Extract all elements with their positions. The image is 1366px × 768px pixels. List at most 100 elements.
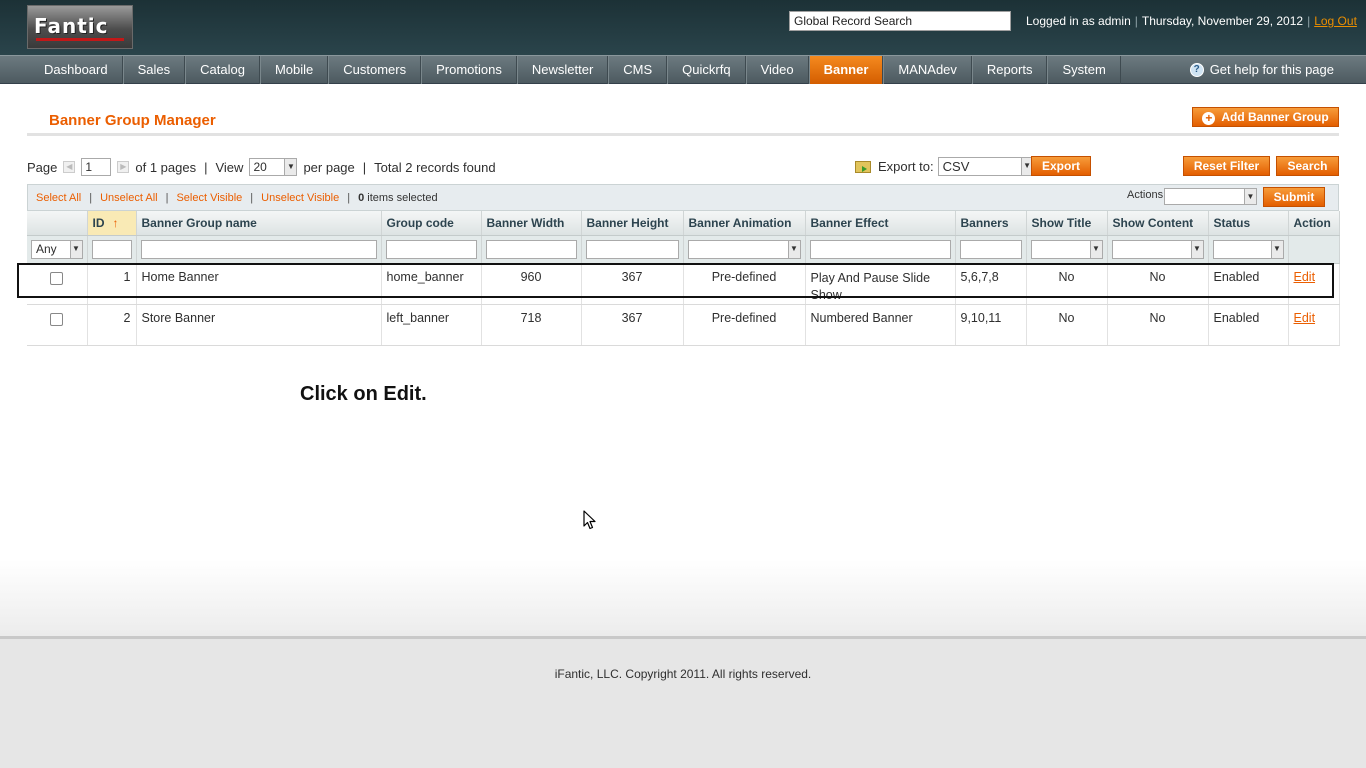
- row-checkbox[interactable]: [50, 312, 64, 326]
- column-header-show-title[interactable]: Show Title: [1026, 211, 1108, 236]
- cell-name: Store Banner: [136, 304, 382, 346]
- cell-banners: 9,10,11: [955, 304, 1027, 346]
- column-header-effect[interactable]: Banner Effect: [805, 211, 956, 236]
- cell-height: 367: [581, 263, 684, 305]
- mouse-cursor-icon: [583, 510, 596, 530]
- export-controls: Export to: CSV ▼: [855, 157, 1034, 176]
- nav-item-promotions[interactable]: Promotions: [421, 56, 517, 84]
- select-visible-link[interactable]: Select Visible: [176, 192, 242, 204]
- table-row[interactable]: 2 Store Banner left_banner 718 367 Pre-d…: [27, 304, 1340, 346]
- add-banner-group-label: Add Banner Group: [1221, 110, 1329, 124]
- filter-width-input[interactable]: [485, 239, 577, 259]
- nav-item-newsletter[interactable]: Newsletter: [516, 56, 609, 84]
- filter-status-select[interactable]: ▼: [1212, 239, 1284, 259]
- filter-animation-select[interactable]: ▼: [687, 239, 801, 259]
- cell-effect: Play And Pause Slide Show: [805, 263, 956, 305]
- column-header-action: Action: [1288, 211, 1340, 236]
- of-pages-text: of 1 pages: [135, 159, 197, 175]
- nav-item-manadev[interactable]: MANAdev: [883, 56, 972, 84]
- prev-page-icon[interactable]: ◀: [63, 161, 76, 173]
- export-button[interactable]: Export: [1031, 156, 1091, 176]
- cell-width: 960: [481, 263, 582, 305]
- export-format-value: CSV: [942, 159, 970, 174]
- global-search-input[interactable]: [789, 11, 1011, 31]
- help-link[interactable]: ? Get help for this page: [1189, 56, 1334, 84]
- cell-animation: Pre-defined: [683, 304, 806, 346]
- filter-effect-input[interactable]: [809, 239, 951, 259]
- chevron-down-icon: ▼: [787, 240, 800, 258]
- filter-massaction: Any ▼: [27, 235, 88, 264]
- submit-button[interactable]: Submit: [1263, 187, 1325, 207]
- actions-select[interactable]: ▼: [1164, 188, 1257, 205]
- logo[interactable]: Fantic: [27, 5, 133, 49]
- row-checkbox[interactable]: [50, 271, 64, 285]
- selected-text: items selected: [367, 192, 438, 204]
- cell-code: left_banner: [381, 304, 482, 346]
- row-checkbox-cell: [27, 263, 88, 305]
- logout-link[interactable]: Log Out: [1314, 14, 1357, 28]
- filter-id-input[interactable]: [91, 239, 132, 259]
- filter-show-content-select[interactable]: ▼: [1111, 239, 1204, 259]
- cell-show-content: No: [1107, 263, 1209, 305]
- chevron-down-icon: ▼: [1270, 240, 1283, 258]
- reset-filter-button[interactable]: Reset Filter: [1183, 156, 1270, 176]
- cell-id: 2: [87, 304, 137, 346]
- column-header-code[interactable]: Group code: [381, 211, 482, 236]
- unselect-all-link[interactable]: Unselect All: [100, 192, 157, 204]
- cell-show-content: No: [1107, 304, 1209, 346]
- filter-height-input[interactable]: [585, 239, 679, 259]
- edit-link[interactable]: Edit: [1294, 270, 1316, 284]
- table-row[interactable]: 1 Home Banner home_banner 960 367 Pre-de…: [27, 263, 1340, 305]
- page-number-input[interactable]: 1: [81, 158, 112, 176]
- chevron-down-icon: ▼: [284, 159, 297, 175]
- column-header-animation[interactable]: Banner Animation: [683, 211, 806, 236]
- cell-action: Edit: [1288, 304, 1340, 346]
- column-header-height[interactable]: Banner Height: [581, 211, 684, 236]
- per-page-select[interactable]: 20 ▼: [249, 158, 298, 176]
- nav-item-customers[interactable]: Customers: [328, 56, 422, 84]
- add-banner-group-button[interactable]: + Add Banner Group: [1192, 107, 1339, 127]
- column-header-checkbox: [27, 211, 88, 236]
- nav-item-quickrfq[interactable]: Quickrfq: [667, 56, 746, 84]
- filter-banners-input[interactable]: [959, 239, 1022, 259]
- edit-link[interactable]: Edit: [1294, 311, 1316, 325]
- filter-name-input[interactable]: [140, 239, 377, 259]
- filter-show-title-select[interactable]: ▼: [1030, 239, 1103, 259]
- pager-separator: |: [204, 159, 208, 175]
- nav-item-cms[interactable]: CMS: [608, 56, 668, 84]
- nav-item-video[interactable]: Video: [745, 56, 809, 84]
- filter-any-select[interactable]: Any ▼: [31, 239, 83, 259]
- nav-item-sales[interactable]: Sales: [122, 56, 186, 84]
- header-date: Thursday, November 29, 2012: [1141, 14, 1304, 28]
- nav-item-system[interactable]: System: [1047, 56, 1121, 84]
- nav-item-dashboard[interactable]: Dashboard: [30, 56, 123, 84]
- nav-item-banner[interactable]: Banner: [808, 56, 884, 84]
- help-label: Get help for this page: [1209, 62, 1334, 77]
- unselect-visible-link[interactable]: Unselect Visible: [261, 192, 339, 204]
- nav-item-catalog[interactable]: Catalog: [185, 56, 260, 84]
- chevron-down-icon: ▼: [1190, 240, 1203, 258]
- export-format-select[interactable]: CSV ▼: [937, 157, 1034, 176]
- view-label: View: [215, 159, 244, 175]
- add-icon: +: [1202, 112, 1216, 125]
- search-button[interactable]: Search: [1276, 156, 1339, 176]
- column-header-id[interactable]: ID ↑: [87, 211, 137, 236]
- filter-code-input[interactable]: [385, 239, 477, 259]
- grid-header-row: ID ↑ Banner Group name Group code Banner …: [27, 211, 1340, 236]
- column-header-banners[interactable]: Banners: [955, 211, 1027, 236]
- nav-item-mobile[interactable]: Mobile: [259, 56, 329, 84]
- cell-status: Enabled: [1208, 304, 1289, 346]
- cell-show-title: No: [1026, 263, 1108, 305]
- column-header-status[interactable]: Status: [1208, 211, 1289, 236]
- nav-item-reports[interactable]: Reports: [971, 56, 1048, 84]
- chevron-down-icon: ▼: [1244, 189, 1256, 204]
- next-page-icon[interactable]: ▶: [117, 161, 130, 173]
- footer: iFantic, LLC. Copyright 2011. All rights…: [0, 636, 1366, 768]
- page-title: Banner Group Manager: [49, 112, 216, 129]
- select-all-link[interactable]: Select All: [36, 192, 81, 204]
- selected-count: 0: [358, 192, 365, 204]
- column-header-width[interactable]: Banner Width: [481, 211, 582, 236]
- column-header-show-content[interactable]: Show Content: [1107, 211, 1209, 236]
- column-header-name[interactable]: Banner Group name: [136, 211, 382, 236]
- help-icon: ?: [1189, 63, 1204, 77]
